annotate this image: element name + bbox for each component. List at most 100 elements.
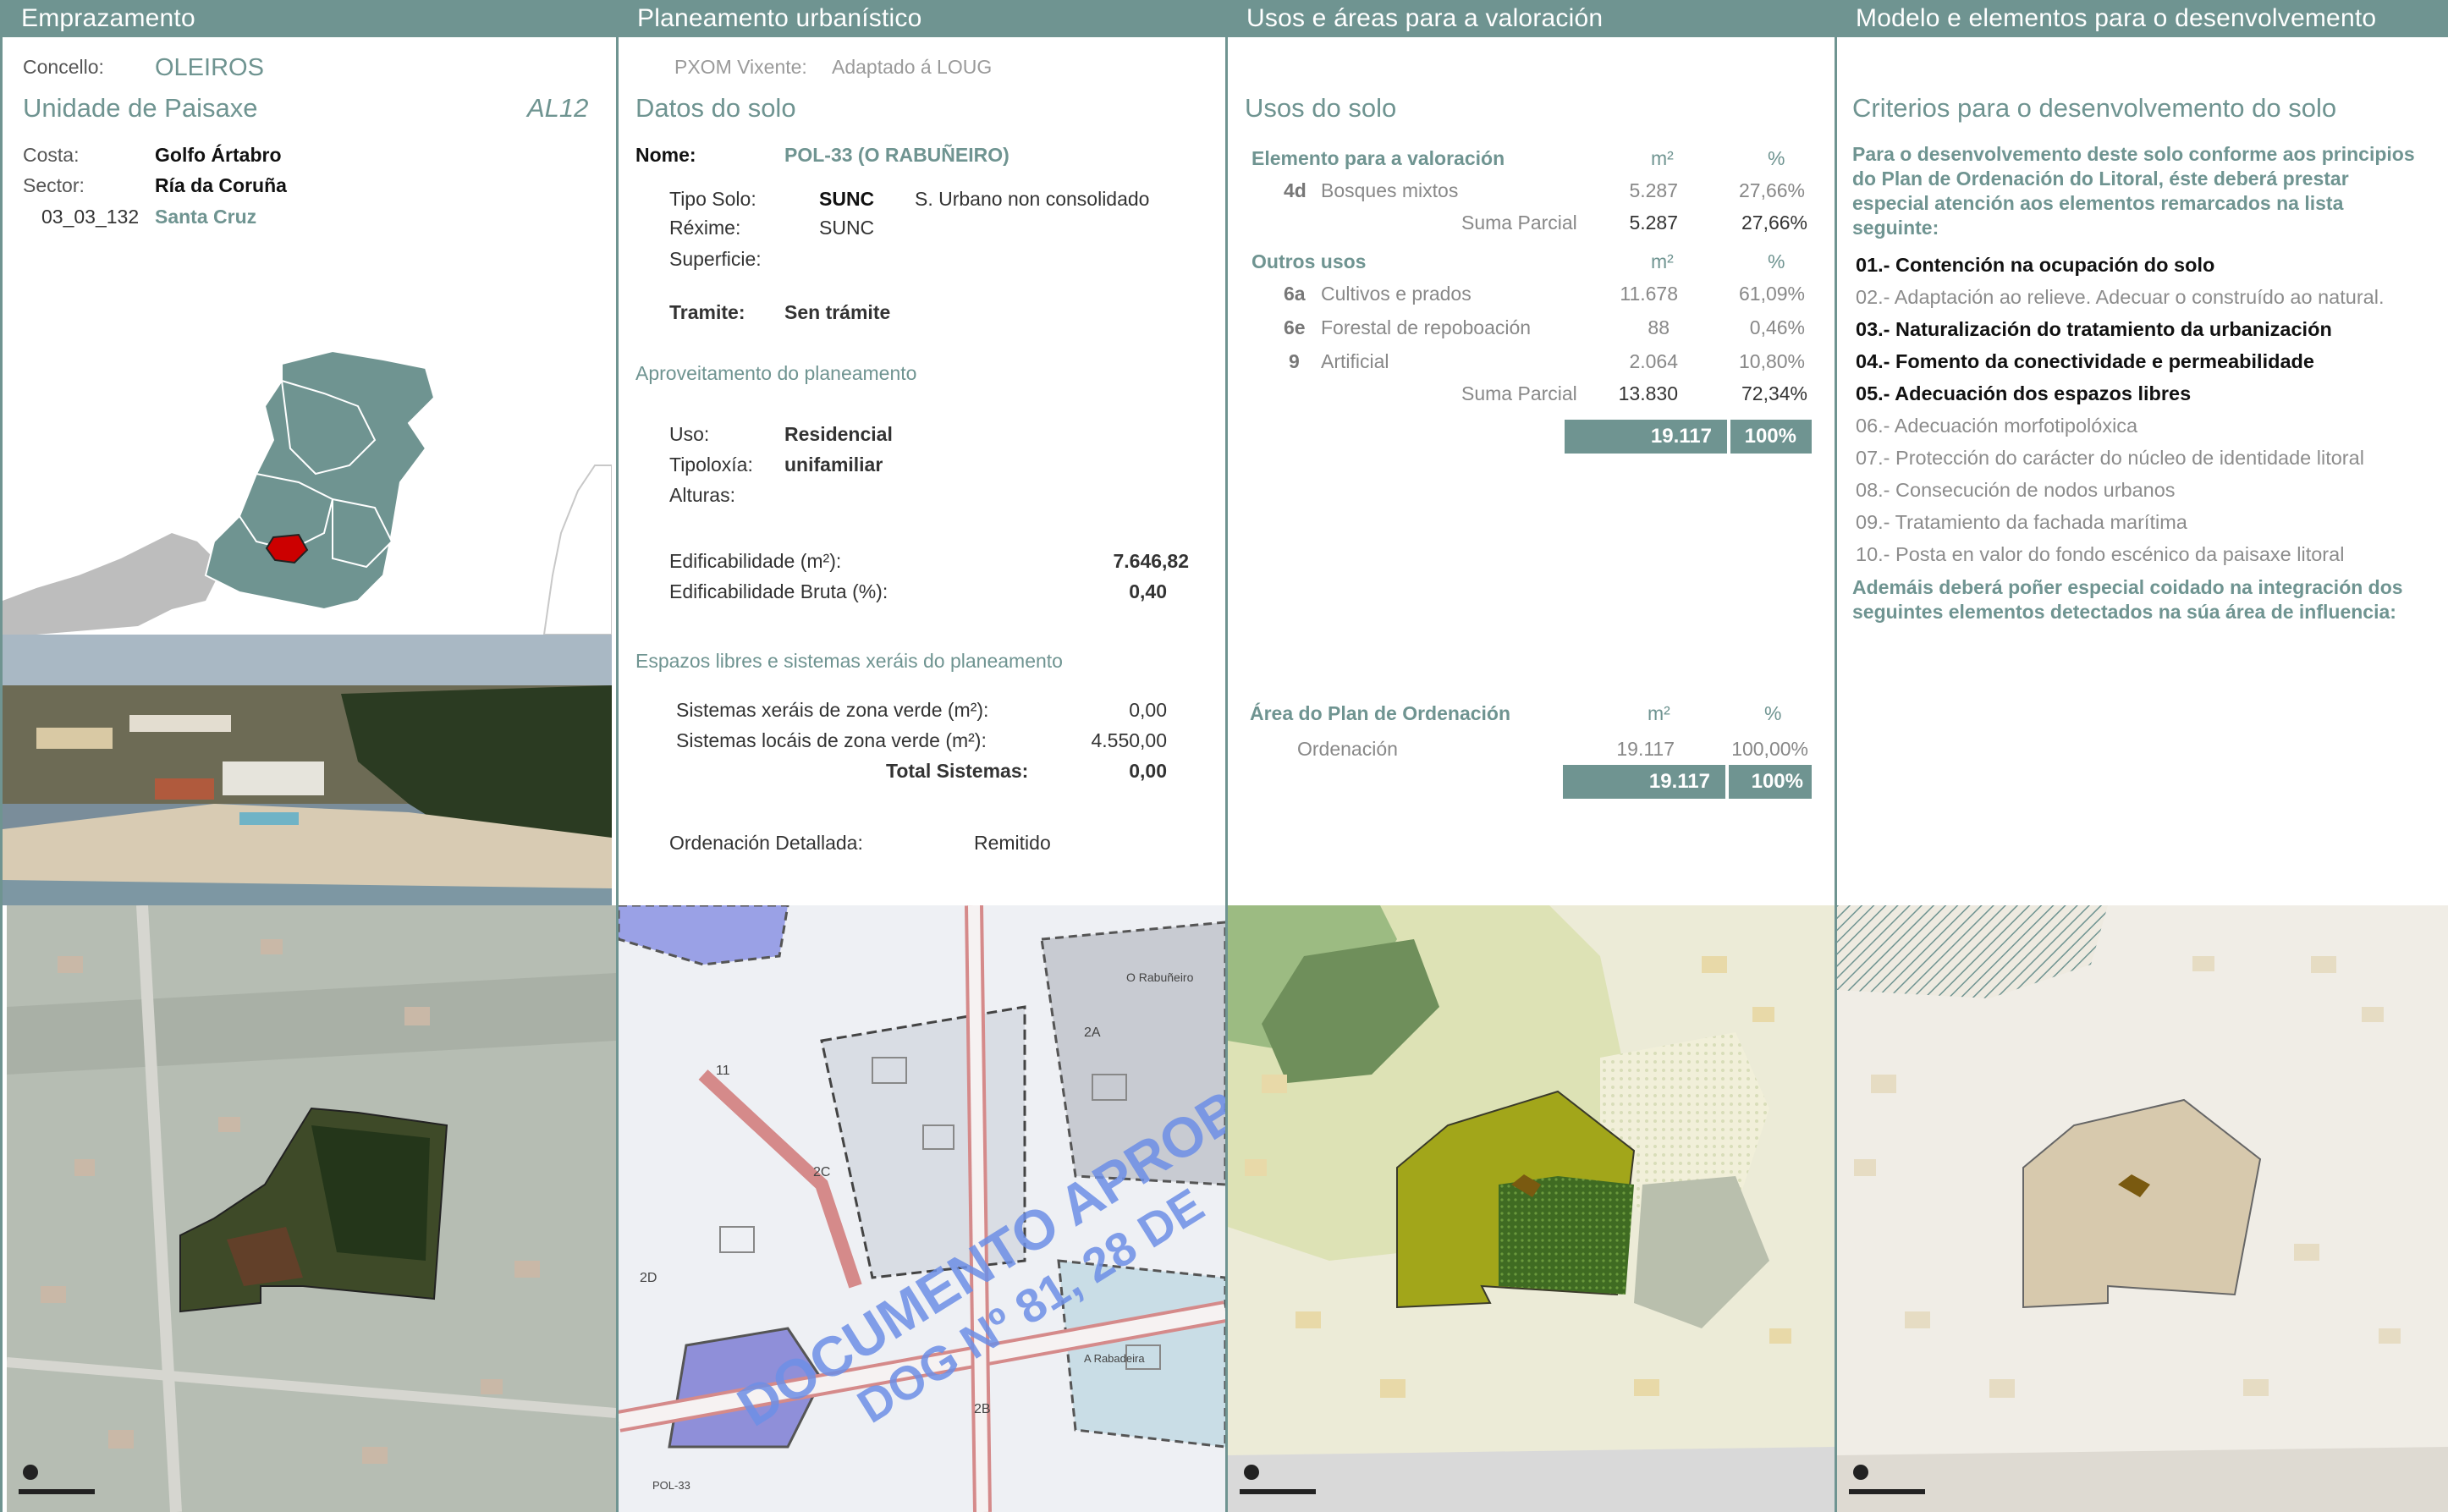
datos-title: Datos do solo — [635, 93, 796, 123]
superficie-label: Superficie: — [669, 248, 762, 270]
tipoloxia-value: unifamiliar — [784, 454, 883, 476]
total-m2-bar: 19.117 — [1565, 420, 1727, 454]
criterio-item: 06.- Adecuación morfotipolóxica — [1856, 415, 2138, 437]
outros-row-m2: 88 — [1648, 316, 1670, 338]
sl-value: 4.550,00 — [1091, 729, 1167, 751]
tipo-code: SUNC — [819, 188, 875, 210]
elem-row-name: Bosques mixtos — [1321, 179, 1459, 201]
map-label-2d: 2D — [640, 1271, 657, 1285]
outros-row-code: 6a — [1284, 283, 1306, 305]
map-label-2a: 2A — [1084, 1025, 1101, 1040]
concello-value: OLEIROS — [155, 54, 264, 81]
outros-header: Outros usos — [1252, 250, 1367, 272]
sl-label: Sistemas locáis de zona verde (m²): — [676, 729, 987, 751]
rexime-value: SUNC — [819, 217, 875, 239]
total-sistemas-value: 0,00 — [1129, 760, 1167, 782]
header-usos: Usos e áreas para a valoración — [1228, 0, 1835, 37]
outros-row-name: Cultivos e prados — [1321, 283, 1472, 305]
edif-label: Edificabilidade (m²): — [669, 550, 842, 572]
criterio-item: 05.- Adecuación dos espazos libres — [1856, 382, 2192, 404]
zone-code: 03_03_132 — [41, 206, 140, 228]
map-label-11: 11 — [716, 1064, 730, 1078]
outros-row-name: Forestal de repoboación — [1321, 316, 1532, 338]
ordenacion-row-pct: 100,00% — [1731, 738, 1808, 760]
aerial-photo — [3, 635, 612, 905]
edif-bruta-label: Edificabilidade Bruta (%): — [669, 580, 888, 602]
map-label-pol: POL-33 — [652, 1479, 690, 1492]
elem-row-code: 4d — [1284, 179, 1307, 201]
tramite-label: Tramite: — [669, 301, 745, 323]
criterio-item: 02.- Adaptación ao relieve. Adecuar o co… — [1856, 286, 2385, 308]
espazos-title: Espazos libres e sistemas xeráis do plan… — [635, 650, 1063, 672]
area-total-pct-bar: 100% — [1729, 765, 1812, 799]
costa-label: Costa: — [23, 144, 80, 166]
map-label-2b: 2B — [974, 1402, 991, 1416]
criterios-title: Criterios para o desenvolvemento do solo — [1852, 93, 2337, 123]
ordenacion-row-name: Ordenación — [1297, 738, 1398, 760]
usos-title: Usos do solo — [1245, 93, 1397, 123]
criterio-item: 04.- Fomento da conectividade e permeabi… — [1856, 350, 2314, 372]
sx-value: 0,00 — [1129, 699, 1167, 721]
concello-label: Concello: — [23, 56, 104, 78]
header-modelo: Modelo e elementos para o desenvolvement… — [1837, 0, 2448, 37]
outros-m2-header: m² — [1651, 250, 1674, 272]
criterio-item: 10.- Posta en valor do fondo escénico da… — [1856, 543, 2345, 565]
pxom-label: PXOM Vixente: — [674, 56, 807, 78]
header-emprazamento: Emprazamento — [3, 0, 616, 37]
alturas-label: Alturas: — [669, 484, 735, 506]
criterio-item: 01.- Contención na ocupación do solo — [1856, 254, 2215, 276]
elem-pct-header: % — [1768, 147, 1785, 169]
orthophoto-map — [7, 905, 616, 1512]
area-m2-header: m² — [1648, 702, 1670, 724]
tipo-desc: S. Urbano non consolidado — [915, 188, 1150, 210]
elem-row-m2: 5.287 — [1629, 179, 1678, 201]
outros-suma-m2: 13.830 — [1618, 382, 1678, 404]
ordenacion-label: Ordenación Detallada: — [669, 832, 863, 854]
elem-suma-m2: 5.287 — [1629, 212, 1678, 234]
elem-header: Elemento para a valoración — [1252, 147, 1505, 169]
elem-row-pct: 27,66% — [1738, 179, 1805, 201]
unidade-label: Unidade de Paisaxe — [23, 93, 258, 123]
map-label-rabadeira: A Rabadeira — [1084, 1352, 1145, 1365]
tipoloxia-label: Tipoloxía: — [669, 454, 753, 476]
outros-pct-header: % — [1768, 250, 1785, 272]
rexime-label: Réxime: — [669, 217, 741, 239]
ordenacion-row-m2: 19.117 — [1616, 738, 1675, 760]
sx-label: Sistemas xeráis de zona verde (m²): — [676, 699, 989, 721]
map-label-2c: 2C — [813, 1165, 830, 1179]
edif-bruta-value: 0,40 — [1129, 580, 1167, 602]
land-use-map — [1228, 905, 1835, 1512]
ademais-text: Ademáis deberá poñer especial coidado na… — [1852, 576, 2403, 623]
criterio-item: 03.- Naturalización do tratamiento da ur… — [1856, 318, 2332, 340]
sector-value: Ría da Coruña — [155, 174, 287, 196]
uso-value: Residencial — [784, 423, 893, 445]
aprov-title: Aproveitamento do planeamento — [635, 362, 917, 384]
outros-row-m2: 2.064 — [1629, 350, 1678, 372]
criterio-item: 08.- Consecución de nodos urbanos — [1856, 479, 2176, 501]
edif-value: 7.646,82 — [1113, 550, 1189, 572]
map-label-rabuneiro: O Rabuñeiro — [1126, 970, 1194, 984]
outros-row-pct: 0,46% — [1749, 316, 1805, 338]
total-pct-bar: 100% — [1730, 420, 1812, 454]
outros-suma-label: Suma Parcial — [1461, 382, 1577, 404]
pxom-value: Adaptado á LOUG — [832, 56, 993, 78]
area-total-m2-bar: 19.117 — [1563, 765, 1725, 799]
costa-value: Golfo Ártabro — [155, 144, 282, 166]
planning-map: O Rabuñeiro 2A 2C 11 2D 2B A Rabadeira P… — [619, 905, 1225, 1512]
unidade-code: AL12 — [527, 93, 589, 123]
criterios-intro: Para o desenvolvemento deste solo confor… — [1852, 143, 2415, 239]
uso-label: Uso: — [669, 423, 710, 445]
outros-suma-pct: 72,34% — [1741, 382, 1807, 404]
outros-row-pct: 61,09% — [1738, 283, 1805, 305]
nome-value: POL-33 (O RABUÑEIRO) — [784, 144, 1009, 166]
criterio-item: 09.- Tratamiento da fachada marítima — [1856, 511, 2187, 533]
tramite-value: Sen trámite — [784, 301, 891, 323]
total-sistemas-label: Total Sistemas: — [886, 760, 1029, 782]
nome-label: Nome: — [635, 144, 696, 166]
elem-m2-header: m² — [1651, 147, 1674, 169]
development-map — [1837, 905, 2448, 1512]
elem-suma-label: Suma Parcial — [1461, 212, 1577, 234]
outros-row-m2: 11.678 — [1620, 283, 1678, 305]
elem-suma-pct: 27,66% — [1741, 212, 1807, 234]
outros-row-name: Artificial — [1321, 350, 1389, 372]
